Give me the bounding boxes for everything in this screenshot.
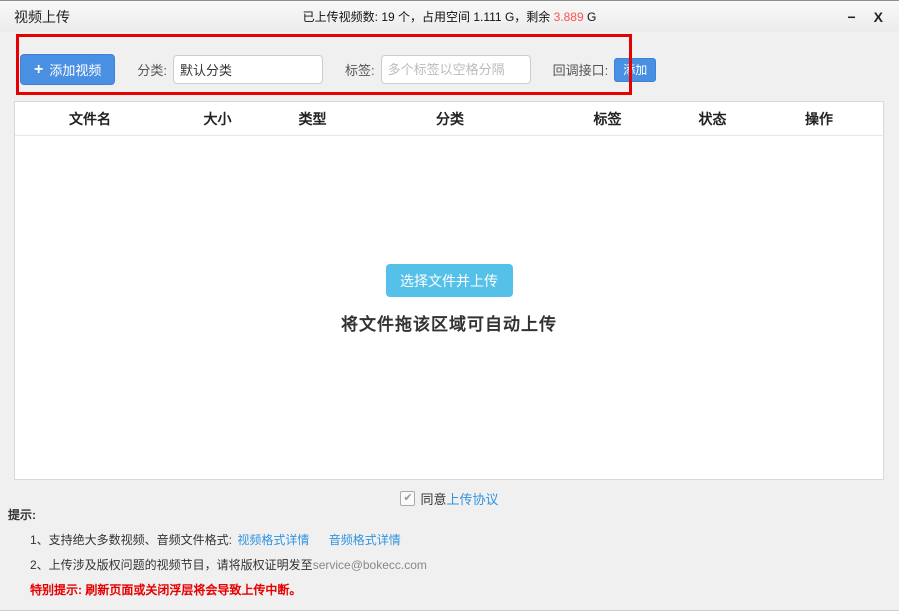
- upload-agreement-link[interactable]: 上传协议: [447, 489, 499, 508]
- column-header-status: 状态: [670, 109, 755, 129]
- file-table: 文件名 大小 类型 分类 标签 状态 操作 选择文件并上传 将文件拖该区域可自动…: [14, 101, 884, 480]
- minimize-icon[interactable]: −: [847, 1, 855, 33]
- add-video-button[interactable]: + 添加视频: [20, 54, 115, 85]
- agree-label: 同意: [420, 489, 446, 508]
- special-tip: 特别提示: 刷新页面或关闭浮层将会导致上传中断。: [30, 583, 427, 597]
- tip-line-copyright: 2、上传涉及版权问题的视频节目，请将版权证明发至service@bokecc.c…: [30, 558, 427, 572]
- column-header-type: 类型: [270, 109, 355, 129]
- video-format-details-link[interactable]: 视频格式详情: [237, 533, 309, 547]
- drop-zone[interactable]: 选择文件并上传 将文件拖该区域可自动上传: [15, 136, 883, 480]
- add-video-label: 添加视频: [49, 60, 101, 79]
- column-header-size: 大小: [165, 109, 270, 129]
- audio-format-details-link[interactable]: 音频格式详情: [329, 533, 401, 547]
- tip-line-formats: 1、支持绝大多数视频、音频文件格式: 视频格式详情 音频格式详情: [30, 533, 427, 547]
- tip2-text: 2、上传涉及版权问题的视频节目，请将版权证明发至: [30, 558, 313, 572]
- titlebar: 视频上传 已上传视频数: 19 个，占用空间 1.111 G，剩余 3.889 …: [0, 0, 899, 32]
- video-upload-window: { "titlebar": { "title": "视频上传", "stats"…: [0, 0, 899, 611]
- upload-stats: 已上传视频数: 19 个，占用空间 1.111 G，剩余 3.889 G: [0, 8, 899, 25]
- tips-section: 提示: 1、支持绝大多数视频、音频文件格式: 视频格式详情 音频格式详情 2、上…: [8, 508, 427, 597]
- plus-icon: +: [34, 62, 43, 78]
- tips-heading: 提示:: [8, 508, 427, 522]
- drag-hint-text: 将文件拖该区域可自动上传: [341, 310, 557, 335]
- tip1-text: 1、支持绝大多数视频、音频文件格式:: [30, 533, 232, 547]
- tags-label: 标签:: [345, 60, 375, 79]
- tags-input[interactable]: [381, 55, 531, 84]
- callback-label: 回调接口:: [553, 60, 609, 79]
- table-header-row: 文件名 大小 类型 分类 标签 状态 操作: [15, 102, 883, 136]
- category-label: 分类:: [137, 60, 167, 79]
- stats-remaining-value: 3.889: [554, 10, 584, 24]
- stats-text: 已上传视频数: 19 个，占用空间 1.111 G，剩余: [303, 10, 554, 24]
- agree-checkbox[interactable]: ✔: [400, 491, 415, 506]
- window-controls: − X: [847, 1, 899, 33]
- callback-add-button[interactable]: 添加: [614, 58, 656, 82]
- column-header-category: 分类: [355, 109, 545, 129]
- check-icon: ✔: [403, 492, 412, 504]
- stats-unit: G: [584, 10, 597, 24]
- window-title: 视频上传: [14, 7, 70, 27]
- support-email: service@bokecc.com: [313, 558, 427, 572]
- special-tip-label: 特别提示:: [30, 583, 82, 597]
- category-input[interactable]: [173, 55, 323, 84]
- close-icon[interactable]: X: [874, 1, 883, 33]
- select-file-upload-button[interactable]: 选择文件并上传: [386, 264, 513, 297]
- special-tip-text: 刷新页面或关闭浮层将会导致上传中断。: [82, 583, 301, 597]
- column-header-actions: 操作: [755, 109, 883, 129]
- column-header-tags: 标签: [545, 109, 670, 129]
- column-header-filename: 文件名: [15, 109, 165, 129]
- agreement-row: ✔ 同意上传协议: [0, 489, 899, 508]
- toolbar: + 添加视频 分类: 标签: 回调接口: 添加: [0, 32, 899, 101]
